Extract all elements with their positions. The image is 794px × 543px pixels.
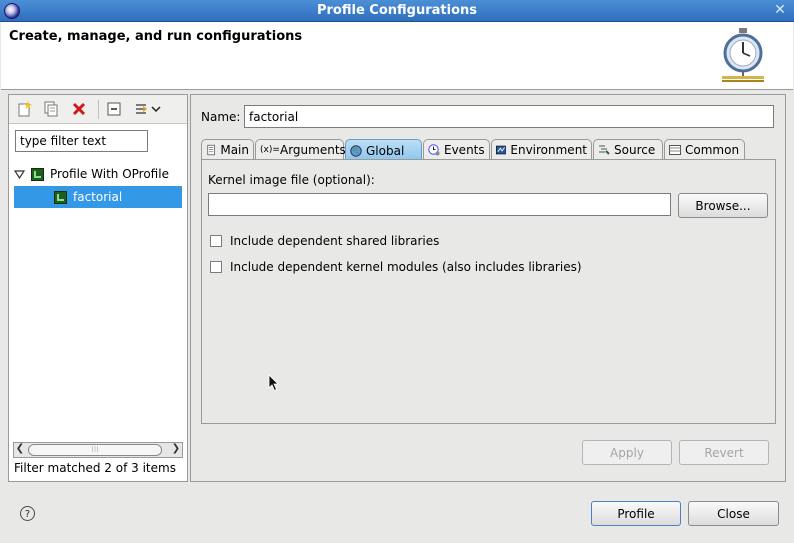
checkbox-label: Include dependent kernel modules (also i… (230, 260, 582, 274)
horizontal-scrollbar[interactable]: ❮ ⁝⁝⁝ ❯ (13, 442, 183, 458)
tab-label: Events (444, 143, 485, 157)
browse-button[interactable]: Browse... (678, 193, 768, 218)
apply-button[interactable]: Apply (582, 440, 672, 465)
checkbox-box[interactable] (210, 261, 222, 273)
tab-label: Global (366, 143, 405, 158)
revert-button[interactable]: Revert (679, 440, 769, 465)
tree-item-profile-with-oprofile[interactable]: Profile With OProfile (14, 163, 186, 185)
window-title: Profile Configurations (316, 3, 477, 18)
kernel-image-label: Kernel image file (optional): (208, 173, 375, 187)
tab-label: Main (220, 143, 249, 157)
delete-icon[interactable] (69, 100, 89, 118)
expand-arrow-icon[interactable] (14, 169, 25, 180)
variable-icon: (x)= (260, 145, 280, 155)
configuration-editor-panel: Name: Main (x)= Arguments Global Events … (190, 94, 786, 482)
collapse-all-icon[interactable] (104, 100, 124, 118)
window-close-icon[interactable]: ✕ (772, 2, 788, 19)
clock-gear-icon (428, 144, 440, 156)
environment-icon (496, 145, 507, 155)
tree-item-label: Profile With OProfile (50, 167, 169, 181)
checkbox-box[interactable] (210, 235, 222, 247)
filter-menu-icon[interactable] (133, 100, 163, 118)
tab-label: Environment (510, 143, 587, 157)
dialog-header: Create, manage, and run configurations (1, 22, 793, 90)
tab-arguments[interactable]: (x)= Arguments (255, 139, 346, 160)
source-icon (599, 145, 610, 155)
tab-global[interactable]: Global (345, 139, 422, 161)
scroll-left-icon[interactable]: ❮ (14, 443, 26, 455)
name-field[interactable] (244, 105, 774, 128)
oprofile-config-type-icon (31, 167, 44, 181)
include-shared-libraries-checkbox[interactable]: Include dependent shared libraries (210, 234, 439, 248)
tab-strip: Main (x)= Arguments Global Events Enviro… (201, 139, 776, 161)
tab-common[interactable]: Common (664, 139, 745, 160)
profile-button[interactable]: Profile (591, 501, 681, 526)
filter-status: Filter matched 2 of 3 items (14, 461, 176, 475)
header-message: Create, manage, and run configurations (9, 29, 303, 44)
close-button[interactable]: Close (688, 501, 779, 526)
kernel-image-input[interactable] (208, 193, 671, 216)
common-icon (669, 145, 681, 155)
tab-source[interactable]: Source (593, 139, 663, 160)
tab-label: Source (614, 143, 656, 157)
tab-events[interactable]: Events (423, 139, 490, 160)
tree-item-label: factorial (73, 190, 123, 204)
duplicate-icon[interactable] (41, 100, 61, 118)
tab-environment[interactable]: Environment (491, 139, 592, 160)
new-configuration-icon[interactable] (15, 100, 35, 118)
tab-main[interactable]: Main (201, 139, 254, 160)
include-kernel-modules-checkbox[interactable]: Include dependent kernel modules (also i… (210, 260, 582, 274)
launch-config-icon (54, 190, 67, 204)
filter-input[interactable] (15, 130, 148, 152)
help-icon[interactable]: ? (20, 506, 35, 521)
tab-label: Common (685, 143, 740, 157)
configuration-list-panel: Profile With OProfile factorial ❮ ⁝⁝⁝ ❯ … (8, 94, 188, 482)
title-bar[interactable]: Profile Configurations ✕ (0, 0, 794, 22)
global-tab-content: Kernel image file (optional): Browse... … (201, 159, 776, 424)
tree-item-factorial[interactable]: factorial (14, 186, 182, 208)
scroll-right-icon[interactable]: ❯ (170, 443, 182, 455)
left-toolbar (9, 95, 187, 124)
mouse-cursor-icon (268, 374, 279, 392)
scrollbar-thumb[interactable]: ⁝⁝⁝ (28, 444, 162, 456)
document-icon (207, 144, 216, 156)
stopwatch-icon (722, 28, 764, 82)
checkbox-label: Include dependent shared libraries (230, 234, 440, 248)
tab-label: Arguments (280, 143, 346, 157)
globe-icon (350, 144, 362, 157)
name-label: Name: (201, 110, 241, 124)
